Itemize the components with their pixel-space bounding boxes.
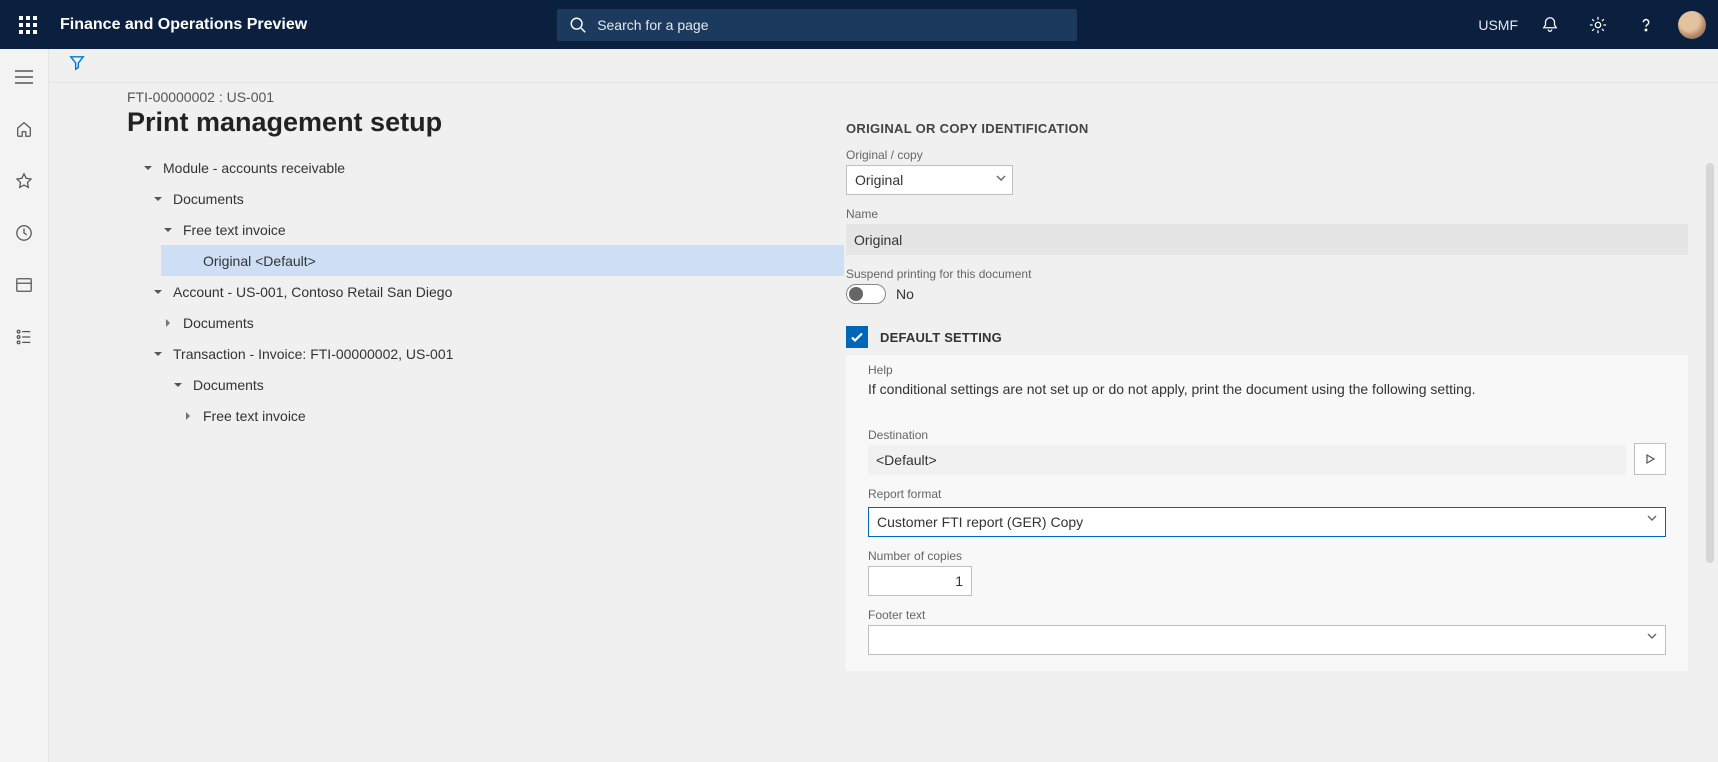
nav-recent-icon[interactable] bbox=[8, 217, 40, 249]
user-avatar[interactable] bbox=[1678, 11, 1706, 39]
search-icon bbox=[569, 16, 587, 34]
filter-icon[interactable] bbox=[69, 55, 85, 76]
caret-right-icon bbox=[181, 409, 195, 423]
nav-favorites-icon[interactable] bbox=[8, 165, 40, 197]
destination-dialog-button[interactable] bbox=[1634, 443, 1666, 475]
caret-down-icon bbox=[171, 378, 185, 392]
section-title-origcopy: ORIGINAL OR COPY IDENTIFICATION bbox=[846, 121, 1688, 136]
label-suspend: Suspend printing for this document bbox=[846, 267, 1688, 281]
tree-node-original-default[interactable]: Original <Default> bbox=[161, 245, 844, 276]
nav-rail bbox=[0, 49, 49, 762]
company-code[interactable]: USMF bbox=[1478, 17, 1518, 33]
nav-modules-icon[interactable] bbox=[8, 321, 40, 353]
nav-home-icon[interactable] bbox=[8, 113, 40, 145]
help-icon[interactable] bbox=[1630, 9, 1662, 41]
label-name: Name bbox=[846, 207, 1688, 221]
app-header: Finance and Operations Preview Search fo… bbox=[0, 0, 1718, 49]
search-placeholder: Search for a page bbox=[597, 17, 708, 33]
scrollbar-thumb[interactable] bbox=[1706, 163, 1714, 563]
tree-node-documents-3[interactable]: Documents bbox=[127, 369, 844, 400]
report-format-select[interactable] bbox=[868, 507, 1666, 537]
suspend-toggle[interactable] bbox=[846, 284, 886, 304]
destination-readonly: <Default> bbox=[868, 445, 1626, 475]
label-number-of-copies: Number of copies bbox=[868, 549, 1666, 563]
tree-node-account[interactable]: Account - US-001, Contoso Retail San Die… bbox=[127, 276, 844, 307]
tree-node-free-text-invoice[interactable]: Free text invoice bbox=[127, 214, 844, 245]
global-search[interactable]: Search for a page bbox=[557, 9, 1077, 41]
tree-node-transaction[interactable]: Transaction - Invoice: FTI-00000002, US-… bbox=[127, 338, 844, 369]
print-mgmt-tree: Module - accounts receivable Documents F… bbox=[127, 152, 844, 431]
label-original-copy: Original / copy bbox=[846, 148, 1688, 162]
label-footer-text: Footer text bbox=[868, 608, 1666, 622]
suspend-toggle-text: No bbox=[896, 286, 914, 302]
caret-right-icon bbox=[161, 316, 175, 330]
caret-down-icon bbox=[151, 285, 165, 299]
settings-gear-icon[interactable] bbox=[1582, 9, 1614, 41]
default-setting-label: DEFAULT SETTING bbox=[880, 330, 1002, 345]
label-report-format: Report format bbox=[868, 487, 1666, 501]
footer-text-select[interactable] bbox=[868, 625, 1666, 655]
label-destination: Destination bbox=[868, 428, 1626, 442]
tree-node-free-text-invoice-2[interactable]: Free text invoice bbox=[127, 400, 844, 431]
waffle-launcher-icon[interactable] bbox=[8, 5, 48, 45]
tree-node-documents-2[interactable]: Documents bbox=[127, 307, 844, 338]
name-readonly: Original bbox=[846, 224, 1688, 255]
page-title: Print management setup bbox=[127, 107, 844, 138]
app-title: Finance and Operations Preview bbox=[60, 16, 307, 34]
caret-down-icon bbox=[151, 347, 165, 361]
number-of-copies-input[interactable] bbox=[868, 566, 972, 596]
default-setting-block: Help If conditional settings are not set… bbox=[846, 354, 1688, 671]
nav-workspaces-icon[interactable] bbox=[8, 269, 40, 301]
caret-down-icon bbox=[151, 192, 165, 206]
label-help: Help bbox=[868, 363, 1666, 377]
breadcrumb: FTI-00000002 : US-001 bbox=[127, 89, 844, 105]
nav-collapse-icon[interactable] bbox=[8, 61, 40, 93]
default-setting-checkbox[interactable] bbox=[846, 326, 868, 348]
original-copy-select[interactable] bbox=[846, 165, 1013, 195]
help-text: If conditional settings are not set up o… bbox=[868, 380, 1666, 400]
tree-node-module[interactable]: Module - accounts receivable bbox=[127, 152, 844, 183]
caret-down-icon bbox=[141, 161, 155, 175]
caret-down-icon bbox=[161, 223, 175, 237]
notifications-icon[interactable] bbox=[1534, 9, 1566, 41]
tree-node-documents[interactable]: Documents bbox=[127, 183, 844, 214]
